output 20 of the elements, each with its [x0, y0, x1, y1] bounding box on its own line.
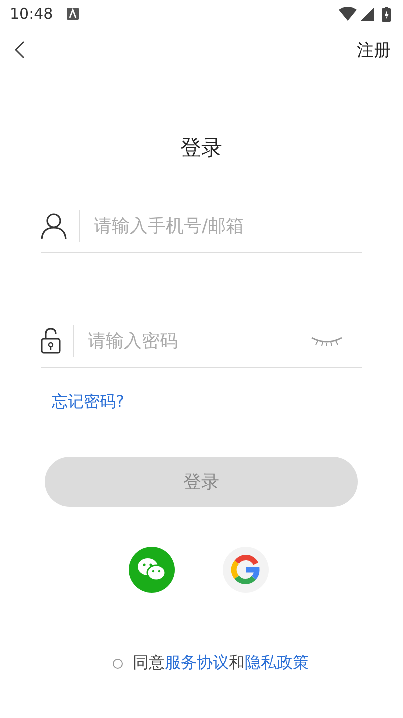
google-login-button[interactable] [223, 547, 269, 593]
chat-bubbles-icon [137, 557, 167, 583]
back-button[interactable] [14, 41, 26, 59]
user-icon [41, 213, 67, 239]
closed-eye-icon[interactable] [310, 336, 344, 346]
battery-icon [382, 6, 391, 22]
wifi-icon [339, 7, 357, 21]
status-time: 10:48 [10, 5, 54, 23]
chat-login-button[interactable] [129, 547, 175, 593]
signal-icon [361, 8, 374, 20]
page-title: 登录 [180, 135, 222, 162]
privacy-policy-link[interactable]: 隐私政策 [245, 653, 309, 672]
agree-checkbox[interactable] [113, 658, 123, 668]
notification-icon [67, 8, 80, 20]
google-logo [231, 555, 261, 585]
service-agreement-link[interactable]: 服务协议 [165, 653, 229, 672]
forgot-password-link[interactable]: 忘记密码? [52, 392, 403, 413]
agreement-text: 同意服务协议和隐私政策 [133, 653, 309, 674]
unlock-icon [41, 328, 61, 354]
register-button[interactable]: 注册 [357, 38, 391, 62]
